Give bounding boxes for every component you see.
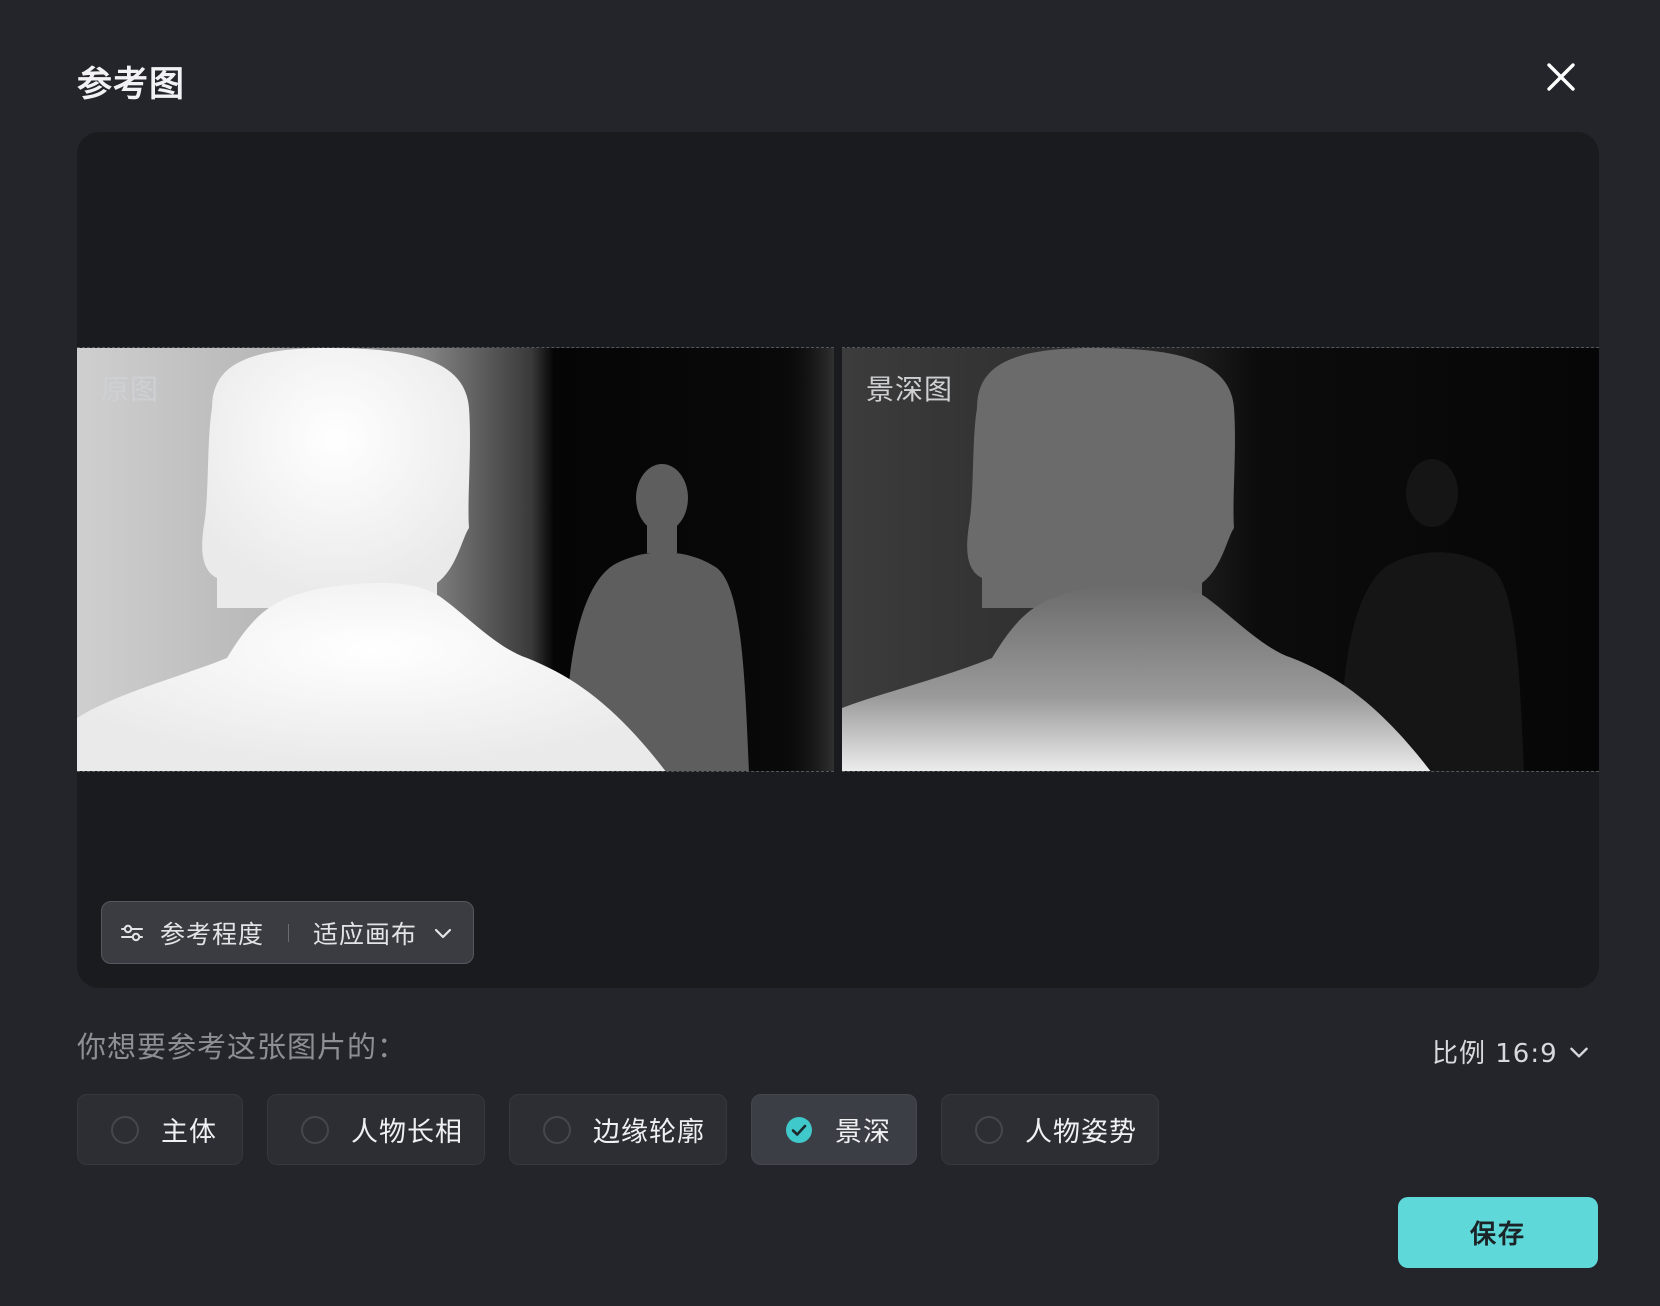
option-label: 边缘轮廓 (593, 1117, 705, 1148)
preview-area: 原图 景深图 参考程度 适应画布 (77, 132, 1599, 988)
option-label: 主体 (161, 1117, 217, 1148)
reference-strength-control[interactable]: 参考程度 适应画布 (101, 901, 474, 964)
option-label: 人物姿势 (1025, 1117, 1137, 1148)
depth-image: 景深图 (842, 347, 1599, 772)
radio-unchecked[interactable] (543, 1115, 571, 1144)
depth-image-label: 景深图 (866, 373, 954, 406)
ratio-selector[interactable]: 比例 16:9 (1432, 1033, 1592, 1070)
option-label: 景深 (835, 1117, 891, 1148)
chevron-down-icon[interactable] (431, 921, 455, 945)
dialog-title: 参考图 (77, 65, 186, 105)
save-button[interactable]: 保存 (1398, 1197, 1598, 1268)
sliders-icon (121, 924, 143, 941)
reference-strength-label: 参考程度 (160, 919, 265, 949)
reference-question: 你想要参考这张图片的： (77, 1030, 408, 1064)
control-divider (288, 923, 290, 942)
ratio-label: 比例 16:9 (1432, 1039, 1558, 1069)
radio-unchecked[interactable] (111, 1115, 139, 1144)
radio-unchecked[interactable] (975, 1115, 1003, 1144)
option-subject[interactable]: 主体 (77, 1094, 243, 1165)
option-face[interactable]: 人物长相 (267, 1094, 485, 1165)
chevron-down-icon (1569, 1047, 1588, 1058)
option-edge-outline[interactable]: 边缘轮廓 (509, 1094, 727, 1165)
radio-unchecked[interactable] (301, 1115, 329, 1144)
fit-canvas-label[interactable]: 适应画布 (313, 915, 417, 951)
option-depth[interactable]: 景深 (751, 1094, 917, 1165)
close-icon (1547, 63, 1575, 91)
check-circle-icon[interactable] (785, 1116, 813, 1144)
original-image-label: 原图 (101, 373, 160, 406)
close-button[interactable] (1544, 60, 1578, 94)
option-label: 人物长相 (351, 1117, 463, 1148)
option-pose[interactable]: 人物姿势 (941, 1094, 1159, 1165)
reference-image-dialog: 参考图 原图 景深图 参考程度 适应画布 你想要参考这张图片的： 比例 16:9… (0, 0, 1660, 1306)
original-image: 原图 (77, 347, 834, 772)
